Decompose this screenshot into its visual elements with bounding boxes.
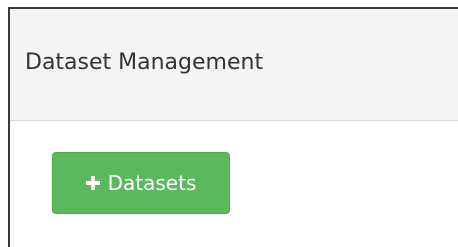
- panel-header: Dataset Management: [10, 9, 458, 121]
- dataset-management-panel: Dataset Management Datasets: [8, 7, 458, 247]
- add-datasets-button-label: Datasets: [107, 171, 197, 195]
- add-datasets-button[interactable]: Datasets: [52, 152, 230, 214]
- page: Dataset Management Datasets: [0, 0, 458, 247]
- panel-body: Datasets: [10, 121, 458, 247]
- plus-icon: [85, 176, 100, 190]
- page-title: Dataset Management: [25, 50, 264, 75]
